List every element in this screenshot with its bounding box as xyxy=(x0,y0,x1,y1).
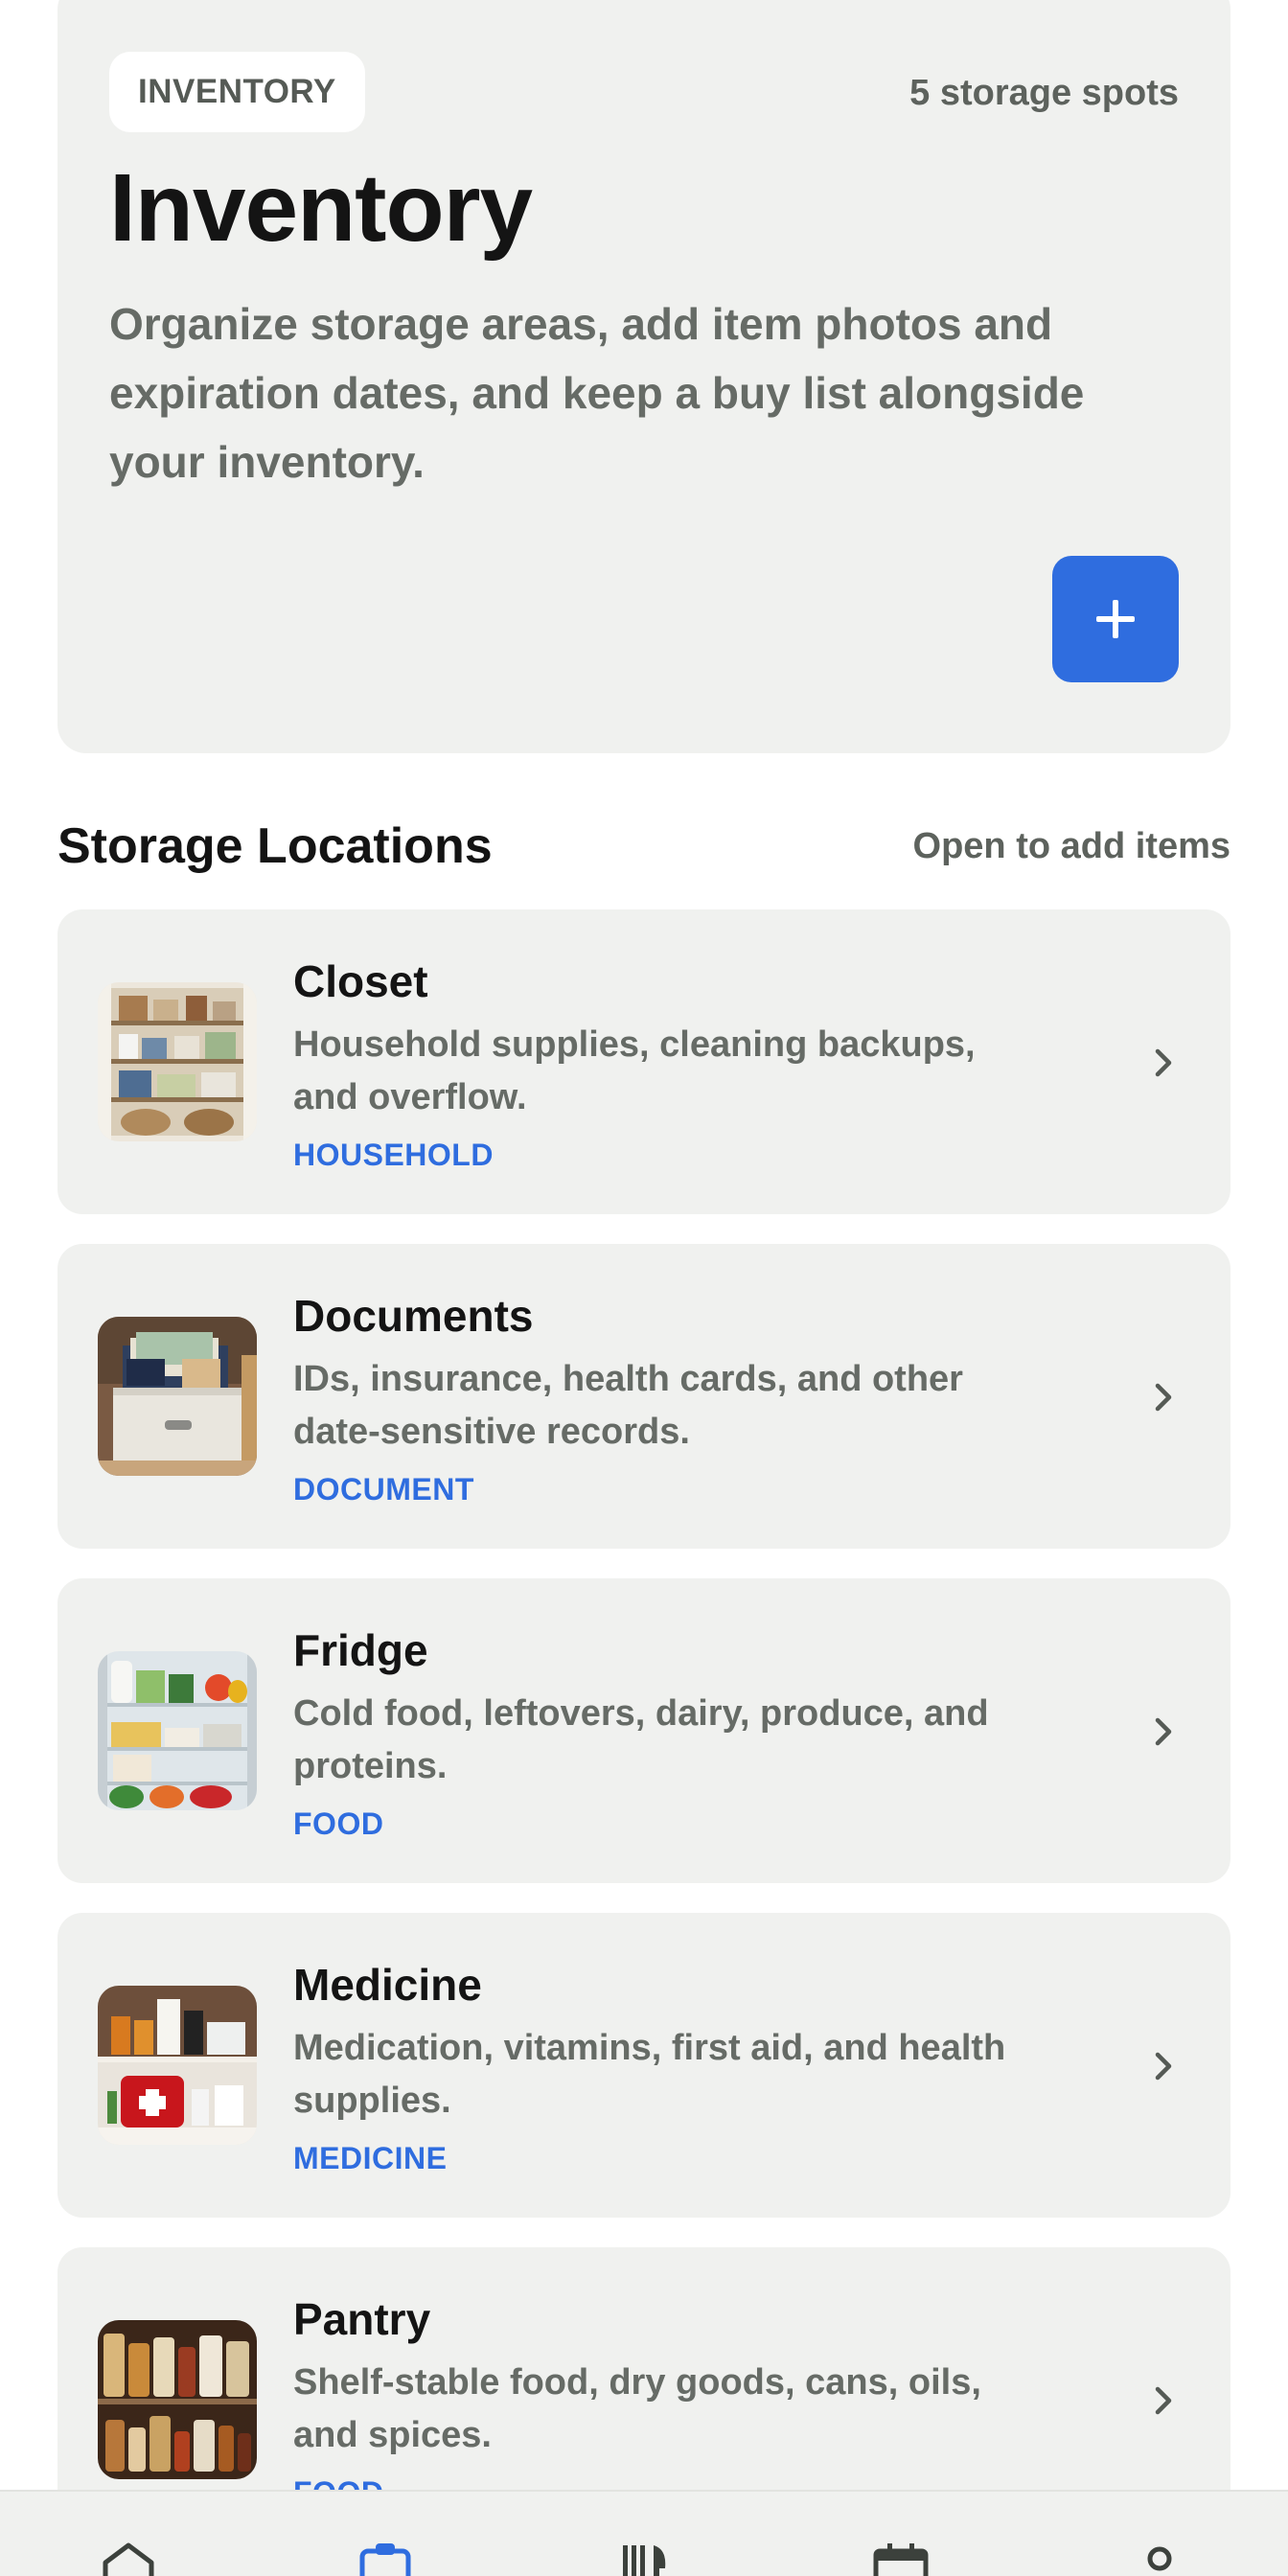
pantry-jars-photo xyxy=(98,2320,257,2479)
chevron-right-icon xyxy=(1155,1383,1172,1412)
chevron-right-icon xyxy=(1155,1048,1172,1077)
location-description: IDs, insurance, health cards, and other … xyxy=(293,1359,963,1452)
page-title: Inventory xyxy=(109,154,533,262)
location-name: Medicine xyxy=(293,1960,482,2010)
location-name: Fridge xyxy=(293,1625,428,1675)
inventory-clipboard-icon[interactable] xyxy=(356,2542,414,2576)
inventory-screen: INVENTORY 5 storage spots Inventory Orga… xyxy=(0,0,1288,2576)
location-tag: FOOD xyxy=(293,1806,384,1841)
section-title: Storage Locations xyxy=(58,818,493,874)
plus-icon xyxy=(1096,600,1135,638)
inventory-chip: INVENTORY xyxy=(109,52,365,132)
fridge-interior-photo xyxy=(98,1651,257,1810)
meals-fork-icon[interactable] xyxy=(615,2542,673,2576)
location-tag: DOCUMENT xyxy=(293,1472,474,1506)
location-tag: MEDICINE xyxy=(293,2141,448,2175)
medicine-cabinet-photo xyxy=(98,1986,257,2145)
profile-icon[interactable] xyxy=(1131,2542,1188,2576)
calendar-icon[interactable] xyxy=(872,2542,930,2576)
location-name: Pantry xyxy=(293,2294,431,2344)
location-card-medicine[interactable]: Medicine Medication, vitamins, first aid… xyxy=(58,1913,1230,2218)
location-description: Medication, vitamins, first aid, and hea… xyxy=(293,2028,1006,2121)
location-card-fridge[interactable]: Fridge Cold food, leftovers, dairy, prod… xyxy=(58,1578,1230,1883)
home-icon[interactable] xyxy=(100,2542,157,2576)
location-description: Cold food, leftovers, dairy, produce, an… xyxy=(293,1693,989,1786)
chevron-right-icon xyxy=(1155,1717,1172,1746)
location-card-documents[interactable]: Documents IDs, insurance, health cards, … xyxy=(58,1244,1230,1549)
location-card-closet[interactable]: Closet Household supplies, cleaning back… xyxy=(58,909,1230,1214)
chevron-right-icon xyxy=(1155,2386,1172,2415)
inventory-hero-card: INVENTORY 5 storage spots Inventory Orga… xyxy=(58,0,1230,753)
section-hint: Open to add items xyxy=(912,826,1230,866)
location-name: Closet xyxy=(293,956,428,1006)
document-box-photo xyxy=(98,1317,257,1476)
location-tag: HOUSEHOLD xyxy=(293,1138,494,1172)
chevron-right-icon xyxy=(1155,2052,1172,2081)
location-description: Shelf-stable food, dry goods, cans, oils… xyxy=(293,2362,981,2455)
storage-count: 5 storage spots xyxy=(909,73,1179,113)
closet-shelves-photo xyxy=(98,982,257,1141)
page-description: Organize storage areas, add item photos … xyxy=(109,299,1085,487)
add-storage-button[interactable] xyxy=(1052,556,1179,682)
bottom-nav xyxy=(0,2490,1288,2576)
location-name: Documents xyxy=(293,1291,534,1341)
location-description: Household supplies, cleaning backups, an… xyxy=(293,1024,976,1117)
